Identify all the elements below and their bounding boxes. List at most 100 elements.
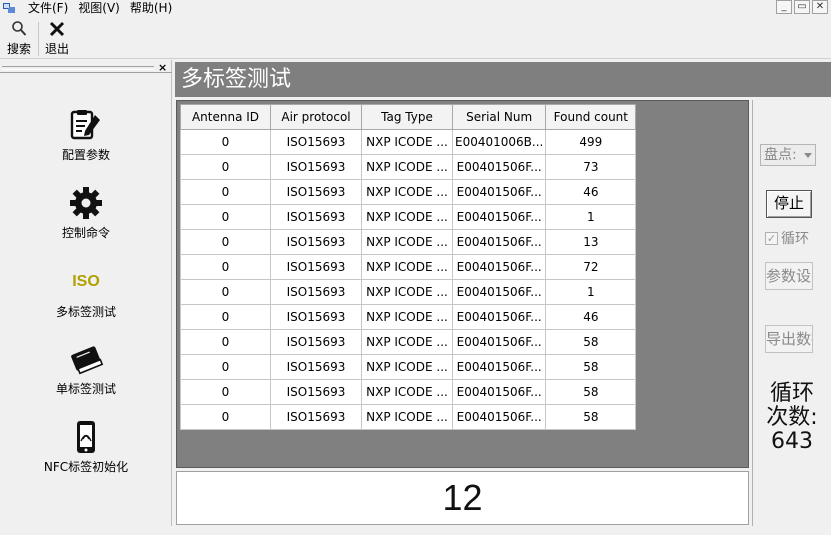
table-row[interactable]: 0 ISO15693 NXP ICODE ... E00401506F... 73 <box>180 154 637 180</box>
cell-serial-num: E00401506F... <box>451 179 547 205</box>
cell-serial-num: E00401506F... <box>451 329 547 355</box>
header-air-protocol[interactable]: Air protocol <box>270 104 362 130</box>
tag-count-panel: 12 <box>176 471 749 525</box>
table-row[interactable]: 0 ISO15693 NXP ICODE ... E00401506F... 58 <box>180 354 637 380</box>
cell-air-protocol: ISO15693 <box>270 404 362 430</box>
menu-help[interactable]: 帮助(H) <box>130 1 172 15</box>
exit-label: 退出 <box>44 42 69 56</box>
stop-button[interactable]: 停止 <box>766 190 812 218</box>
cell-serial-num: E00401506F... <box>451 254 547 280</box>
nav-item-config-params[interactable]: 配置参数 <box>0 108 172 163</box>
table-row[interactable]: 0 ISO15693 NXP ICODE ... E00401506F... 1 <box>180 204 637 230</box>
cell-antenna-id: 0 <box>180 129 271 155</box>
panel-grip[interactable] <box>2 66 154 70</box>
cell-serial-num: E00401506F... <box>451 154 547 180</box>
restore-button[interactable]: ▭ <box>794 0 810 14</box>
cell-tag-type: NXP ICODE ... <box>361 279 453 305</box>
loop-checkbox[interactable]: ✓ 循环 <box>765 228 809 248</box>
cell-antenna-id: 0 <box>180 279 271 305</box>
cell-found-count: 1 <box>545 279 637 305</box>
menu-view[interactable]: 视图(V) <box>78 1 120 15</box>
cell-air-protocol: ISO15693 <box>270 154 362 180</box>
cell-air-protocol: ISO15693 <box>270 379 362 405</box>
table-row[interactable]: 0 ISO15693 NXP ICODE ... E00401006B... 499 <box>180 129 637 155</box>
gear-icon <box>0 186 172 220</box>
header-serial-num[interactable]: Serial Num <box>451 104 547 130</box>
cell-air-protocol: ISO15693 <box>270 354 362 380</box>
nav-item-control-commands[interactable]: 控制命令 <box>0 186 172 241</box>
cell-antenna-id: 0 <box>180 154 271 180</box>
mode-select-value: 盘点 <box>764 147 792 163</box>
cell-serial-num: E00401506F... <box>451 304 547 330</box>
checkmark-icon: ✓ <box>765 231 778 245</box>
cell-tag-type: NXP ICODE ... <box>361 304 453 330</box>
cell-tag-type: NXP ICODE ... <box>361 129 453 155</box>
cell-serial-num: E00401506F... <box>451 229 547 255</box>
menu-file[interactable]: 文件(F) <box>28 1 68 15</box>
table-row[interactable]: 0 ISO15693 NXP ICODE ... E00401506F... 58 <box>180 329 637 355</box>
nav-label-nfc-init: NFC标签初始化 <box>43 460 129 474</box>
cell-air-protocol: ISO15693 <box>270 204 362 230</box>
cell-tag-type: NXP ICODE ... <box>361 179 453 205</box>
tag-table[interactable]: Antenna ID Air protocol Tag Type Serial … <box>180 104 637 430</box>
cell-found-count: 1 <box>545 204 637 230</box>
nav-label-multi-tag-test: 多标签测试 <box>55 305 116 319</box>
minimize-button[interactable]: _ <box>776 0 792 14</box>
table-row[interactable]: 0 ISO15693 NXP ICODE ... E00401506F... 13 <box>180 229 637 255</box>
nav-item-nfc-init[interactable]: NFC标签初始化 <box>0 420 172 475</box>
cell-air-protocol: ISO15693 <box>270 304 362 330</box>
toolbar: 搜索 退出 <box>0 17 831 59</box>
nav-label-single-tag-test: 单标签测试 <box>55 382 116 396</box>
cell-serial-num: E00401506F... <box>451 354 547 380</box>
cell-air-protocol: ISO15693 <box>270 229 362 255</box>
cell-found-count: 499 <box>545 129 637 155</box>
table-row[interactable]: 0 ISO15693 NXP ICODE ... E00401506F... 46 <box>180 179 637 205</box>
nav-item-multi-tag-test[interactable]: ISO 多标签测试 <box>0 265 172 320</box>
cell-tag-type: NXP ICODE ... <box>361 379 453 405</box>
tag-count-value: 12 <box>442 477 483 518</box>
table-row[interactable]: 0 ISO15693 NXP ICODE ... E00401506F... 1 <box>180 279 637 305</box>
loop-count-label: 循环 次数: <box>766 381 818 430</box>
cell-air-protocol: ISO15693 <box>270 279 362 305</box>
table-row[interactable]: 0 ISO15693 NXP ICODE ... E00401506F... 58 <box>180 379 637 405</box>
param-settings-button[interactable]: 参数设置 <box>765 262 813 290</box>
cell-found-count: 73 <box>545 154 637 180</box>
cell-found-count: 58 <box>545 329 637 355</box>
cell-antenna-id: 0 <box>180 254 271 280</box>
mode-select[interactable]: 盘点: <box>760 144 816 166</box>
cell-air-protocol: ISO15693 <box>270 329 362 355</box>
cell-found-count: 58 <box>545 379 637 405</box>
cell-found-count: 58 <box>545 354 637 380</box>
table-row[interactable]: 0 ISO15693 NXP ICODE ... E00401506F... 58 <box>180 404 637 430</box>
cell-air-protocol: ISO15693 <box>270 179 362 205</box>
magnifier-icon <box>2 20 36 40</box>
nav-label-control-commands: 控制命令 <box>61 226 110 240</box>
cell-tag-type: NXP ICODE ... <box>361 229 453 255</box>
toolbar-separator <box>38 22 39 56</box>
cell-tag-type: NXP ICODE ... <box>361 254 453 280</box>
table-row[interactable]: 0 ISO15693 NXP ICODE ... E00401506F... 72 <box>180 254 637 280</box>
exit-button[interactable]: 退出 <box>40 20 74 58</box>
iso-icon: ISO <box>0 265 172 299</box>
header-tag-type[interactable]: Tag Type <box>361 104 453 130</box>
cell-found-count: 13 <box>545 229 637 255</box>
cell-antenna-id: 0 <box>180 379 271 405</box>
chevron-down-icon <box>804 153 812 158</box>
cell-air-protocol: ISO15693 <box>270 129 362 155</box>
cell-found-count: 72 <box>545 254 637 280</box>
table-row[interactable]: 0 ISO15693 NXP ICODE ... E00401506F... 46 <box>180 304 637 330</box>
nav-item-single-tag-test[interactable]: 单标签测试 <box>0 342 172 397</box>
header-found-count[interactable]: Found count <box>545 104 637 130</box>
cell-serial-num: E00401506F... <box>451 379 547 405</box>
cell-antenna-id: 0 <box>180 304 271 330</box>
close-button[interactable]: ✕ <box>812 0 828 14</box>
table-header-row: Antenna ID Air protocol Tag Type Serial … <box>180 104 637 130</box>
cell-found-count: 46 <box>545 179 637 205</box>
export-data-button[interactable]: 导出数据 <box>765 325 813 353</box>
tag-table-region: Antenna ID Air protocol Tag Type Serial … <box>176 100 749 468</box>
search-button[interactable]: 搜索 <box>2 20 36 58</box>
mode-select-colon: : <box>792 147 797 163</box>
cell-air-protocol: ISO15693 <box>270 254 362 280</box>
cell-serial-num: E00401506F... <box>451 404 547 430</box>
header-antenna-id[interactable]: Antenna ID <box>180 104 271 130</box>
